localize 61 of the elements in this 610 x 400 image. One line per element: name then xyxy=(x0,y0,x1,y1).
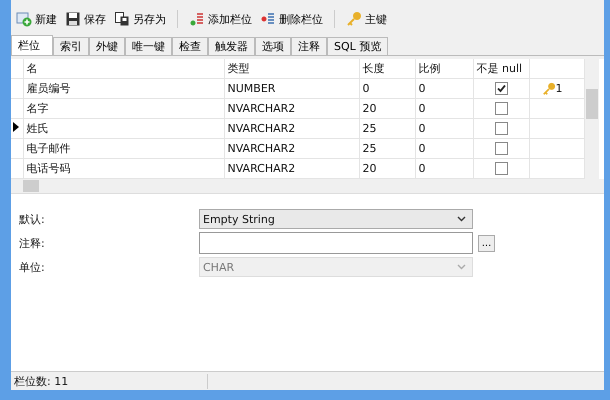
key-icon xyxy=(346,11,362,27)
add-column-icon xyxy=(189,11,205,27)
table-cell: 雇员编号 xyxy=(23,78,224,98)
current-row-icon xyxy=(13,122,19,132)
table-cell: 名字 xyxy=(23,98,224,118)
browse-button[interactable]: ... xyxy=(478,234,495,252)
table-cell: 0 xyxy=(415,118,473,138)
tab[interactable]: 触发器 xyxy=(208,37,255,55)
checkbox[interactable] xyxy=(494,122,508,136)
key-icon xyxy=(542,82,556,96)
status-text: 栏位数: 11 xyxy=(11,374,208,388)
checkbox[interactable] xyxy=(494,162,508,176)
checkbox[interactable] xyxy=(494,82,508,96)
field-label: 注释: xyxy=(19,236,46,250)
tab[interactable]: 选项 xyxy=(255,37,291,55)
table-cell: 0 xyxy=(415,78,473,98)
table-cell: 25 xyxy=(359,118,415,138)
table-cell: NUMBER xyxy=(224,78,359,98)
input-field[interactable] xyxy=(199,232,473,254)
tab[interactable]: 索引 xyxy=(53,37,89,55)
column-header: 比例 xyxy=(415,59,473,78)
column-header: 名 xyxy=(23,59,224,78)
checkbox[interactable] xyxy=(494,102,508,116)
toolbar-button[interactable]: 主键 xyxy=(343,10,390,28)
row-header[interactable] xyxy=(11,118,23,138)
new-icon xyxy=(16,11,32,27)
tab[interactable]: 外键 xyxy=(89,37,125,55)
column-header: 不是 null xyxy=(473,59,529,78)
table-cell: 0 xyxy=(415,138,473,158)
chevron-down-icon xyxy=(457,264,466,270)
toolbar-button[interactable]: 另存为 xyxy=(111,10,169,28)
copy-icon xyxy=(114,11,130,27)
tab[interactable]: 唯一键 xyxy=(125,37,172,55)
vertical-scrollbar[interactable] xyxy=(585,59,599,179)
toolbar-button[interactable]: 删除栏位 xyxy=(257,10,326,28)
field-label: 单位: xyxy=(19,260,46,274)
table-cell: 姓氏 xyxy=(23,118,224,138)
table-cell: NVARCHAR2 xyxy=(224,118,359,138)
tab[interactable]: 栏位 xyxy=(11,35,53,55)
column-header: 长度 xyxy=(359,59,415,78)
horizontal-scrollbar[interactable] xyxy=(11,179,604,193)
delete-column-icon xyxy=(260,11,276,27)
checkbox[interactable] xyxy=(494,142,508,156)
table-cell: 电子邮件 xyxy=(23,138,224,158)
tab[interactable]: 注释 xyxy=(291,37,327,55)
table-cell: 25 xyxy=(359,138,415,158)
table-cell: NVARCHAR2 xyxy=(224,98,359,118)
column-header: 类型 xyxy=(224,59,359,78)
toolbar-button[interactable]: 添加栏位 xyxy=(186,10,255,28)
tab[interactable]: SQL 预览 xyxy=(327,37,388,55)
dropdown[interactable]: Empty String xyxy=(199,209,473,229)
tab[interactable]: 检查 xyxy=(172,37,208,55)
toolbar-button[interactable]: 保存 xyxy=(62,10,109,28)
chevron-down-icon xyxy=(457,216,466,222)
key-order: 1 xyxy=(556,82,562,95)
field-label: 默认: xyxy=(19,212,46,226)
table-cell: 20 xyxy=(359,98,415,118)
table-cell: NVARCHAR2 xyxy=(224,138,359,158)
table-cell: 0 xyxy=(359,78,415,98)
toolbar-button[interactable]: 新建 xyxy=(13,10,60,28)
table-cell: 0 xyxy=(415,98,473,118)
